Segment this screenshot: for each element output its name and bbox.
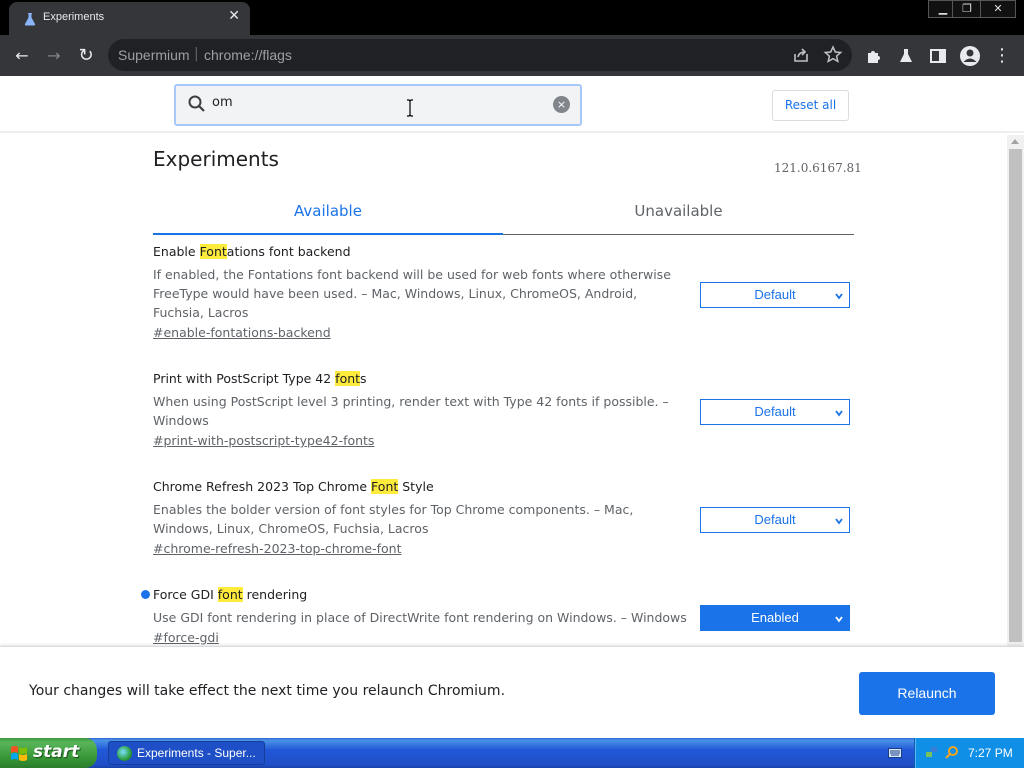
- reset-all-button[interactable]: Reset all: [772, 90, 849, 121]
- experiment-description: When using PostScript level 3 printing, …: [153, 394, 669, 428]
- flask-icon: [24, 13, 36, 26]
- experiment-name: Chrome Refresh 2023 Top Chrome Font Styl…: [153, 479, 434, 494]
- relaunch-button[interactable]: Relaunch: [859, 672, 995, 715]
- start-label: start: [33, 742, 80, 762]
- search-tray-icon[interactable]: [945, 745, 959, 759]
- tab-unavailable[interactable]: Unavailable: [503, 195, 854, 235]
- flags-tabs: Available Unavailable: [153, 195, 854, 235]
- keyboard-icon[interactable]: [888, 747, 902, 759]
- experiment-name: Print with PostScript Type 42 fonts: [153, 371, 367, 386]
- browser-tab[interactable]: Experiments ✕: [9, 2, 250, 35]
- side-panel-icon[interactable]: [925, 43, 951, 69]
- experiment-link[interactable]: #print-with-postscript-type42-fonts: [153, 433, 374, 448]
- scroll-thumb[interactable]: [1009, 149, 1022, 642]
- chevron-down-icon: [835, 293, 843, 300]
- chevron-down-icon: [835, 410, 843, 417]
- clear-search-icon[interactable]: ×: [553, 96, 570, 113]
- chevron-down-icon: [835, 616, 843, 623]
- version-label: 121.0.6167.81: [774, 161, 862, 175]
- bookmark-star-icon[interactable]: [823, 45, 843, 65]
- address-bar[interactable]: Supermium | chrome://flags: [108, 39, 852, 71]
- taskbar-window-button[interactable]: Experiments - Super...: [108, 741, 265, 765]
- page-title: Experiments: [153, 147, 279, 171]
- search-icon: [188, 95, 205, 112]
- experiment-name: Enable Fontations font backend: [153, 244, 351, 259]
- tab-title: Experiments: [43, 11, 105, 23]
- relaunch-bar: Your changes will take effect the next t…: [0, 646, 1024, 738]
- experiment-item: Chrome Refresh 2023 Top Chrome Font Styl…: [153, 479, 850, 559]
- windows-flag-icon: [11, 746, 27, 761]
- title-bar: Experiments ✕ ▁ ❐ ✕: [0, 0, 1024, 35]
- search-match-highlight: Font: [371, 479, 399, 494]
- search-input[interactable]: [212, 95, 532, 110]
- experiment-item: Print with PostScript Type 42 fonts When…: [153, 371, 850, 451]
- experiment-state-select[interactable]: Default: [700, 507, 850, 533]
- site-label: Supermium: [118, 47, 190, 63]
- reload-icon[interactable]: ↻: [73, 43, 99, 69]
- search-match-highlight: font: [217, 587, 243, 602]
- chevron-down-icon: [835, 518, 843, 525]
- labs-flask-icon[interactable]: [893, 43, 919, 69]
- search-box[interactable]: ×: [174, 84, 582, 126]
- start-button[interactable]: start: [0, 738, 97, 768]
- experiment-link[interactable]: #enable-fontations-backend: [153, 325, 331, 340]
- network-icon[interactable]: [925, 745, 939, 759]
- experiment-item: Enable Fontations font backend If enable…: [153, 244, 850, 344]
- url-separator: |: [194, 46, 199, 62]
- text-cursor-icon: [407, 99, 413, 117]
- experiment-description: Enables the bolder version of font style…: [153, 502, 634, 536]
- back-icon[interactable]: ←: [9, 43, 35, 69]
- taskbar-window-label: Experiments - Super...: [137, 746, 256, 760]
- profile-avatar-icon[interactable]: [957, 43, 983, 69]
- experiment-state-select[interactable]: Enabled: [700, 605, 850, 631]
- experiment-description: Use GDI font rendering in place of Direc…: [153, 610, 687, 625]
- menu-kebab-icon[interactable]: ⋮: [989, 43, 1015, 69]
- clock[interactable]: 7:27 PM: [968, 746, 1013, 760]
- tab-available[interactable]: Available: [153, 195, 503, 235]
- page-scrollbar[interactable]: [1007, 135, 1024, 646]
- taskbar: start Experiments - Super... 7:27 PM: [0, 738, 1024, 768]
- experiment-item: Force GDI font rendering Use GDI font re…: [153, 587, 850, 646]
- scroll-up-arrow-icon[interactable]: [1011, 139, 1019, 144]
- forward-icon[interactable]: →: [41, 43, 67, 69]
- system-tray: 7:27 PM: [914, 738, 1024, 768]
- share-icon[interactable]: [791, 45, 811, 65]
- modified-indicator-dot: [141, 590, 150, 599]
- experiment-state-select[interactable]: Default: [700, 399, 850, 425]
- experiment-link[interactable]: #chrome-refresh-2023-top-chrome-font: [153, 541, 402, 556]
- tab-close-icon[interactable]: ✕: [228, 8, 240, 24]
- close-window-button[interactable]: ✕: [980, 0, 1016, 18]
- browser-toolbar: ← → ↻ Supermium | chrome://flags ⋮: [0, 35, 1024, 76]
- experiment-link[interactable]: #force-gdi: [153, 630, 219, 645]
- extensions-icon[interactable]: [861, 43, 887, 69]
- flags-header: × Reset all: [0, 76, 1024, 133]
- experiment-description: If enabled, the Fontations font backend …: [153, 267, 671, 320]
- relaunch-message: Your changes will take effect the next t…: [29, 683, 506, 699]
- search-match-highlight: font: [335, 371, 361, 386]
- flags-content: Experiments 121.0.6167.81 Available Unav…: [0, 135, 1007, 646]
- restore-button[interactable]: ❐: [952, 0, 982, 18]
- experiment-name: Force GDI font rendering: [153, 587, 308, 602]
- experiment-state-select[interactable]: Default: [700, 282, 850, 308]
- browser-app-icon: [117, 746, 132, 761]
- url-text[interactable]: chrome://flags: [204, 47, 292, 63]
- search-match-highlight: Font: [199, 244, 227, 259]
